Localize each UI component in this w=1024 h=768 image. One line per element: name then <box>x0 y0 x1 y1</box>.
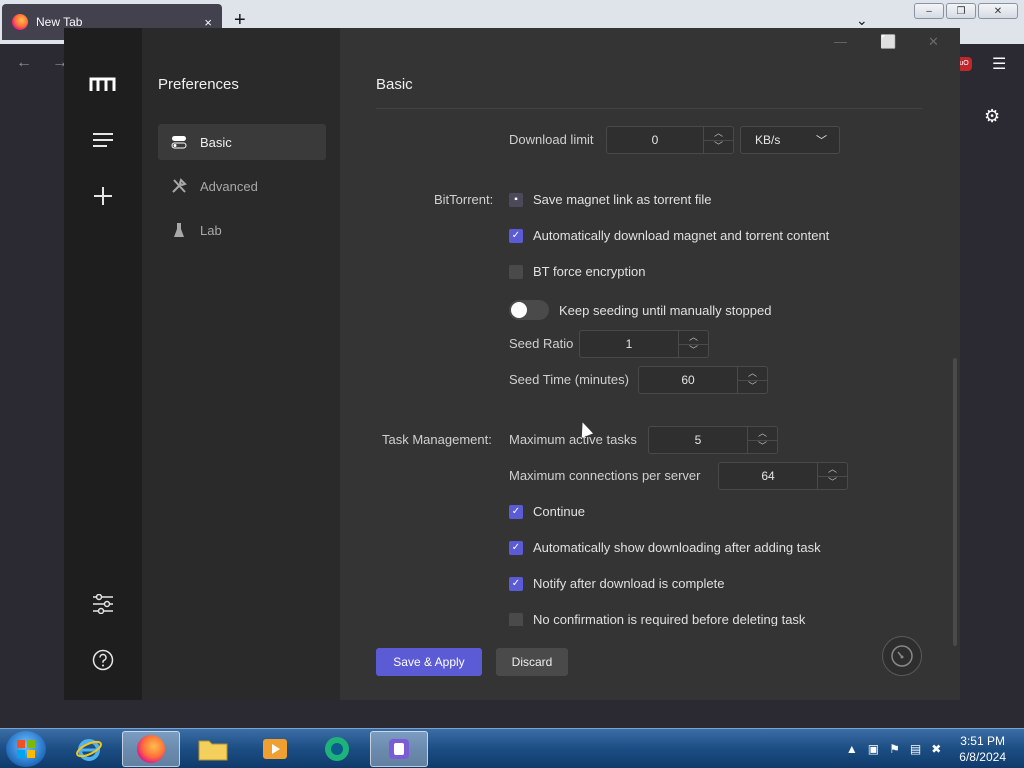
flask-icon <box>170 222 188 238</box>
tray-app-icon[interactable]: ▣ <box>868 742 879 756</box>
app-maximize-button[interactable]: ⬜ <box>880 34 896 50</box>
network-icon[interactable]: ▤ <box>910 742 921 756</box>
motrix-window: Preferences Basic Advanced Lab — ⬜ ✕ Bas… <box>64 28 960 700</box>
scrollbar[interactable] <box>953 358 957 646</box>
app-rail <box>64 28 142 700</box>
switch-icon <box>509 300 549 320</box>
preferences-icon[interactable] <box>89 590 117 618</box>
window-controls: – ❐ ✕ <box>914 3 1018 19</box>
chat-app-icon[interactable] <box>308 731 366 767</box>
increase-icon[interactable]: ︿ <box>818 463 847 476</box>
increase-icon[interactable]: ︿ <box>748 427 777 440</box>
max-connections-label: Maximum connections per server <box>509 468 701 483</box>
menu-item-lab[interactable]: Lab <box>158 212 326 248</box>
bittorrent-label: BitTorrent: <box>434 192 494 207</box>
menu-item-basic[interactable]: Basic <box>158 124 326 160</box>
checkbox-continue[interactable]: ✓ Continue <box>509 504 585 519</box>
help-icon[interactable] <box>89 646 117 674</box>
speedometer-icon[interactable] <box>882 636 922 676</box>
add-task-icon[interactable] <box>89 182 117 210</box>
app-minimize-button[interactable]: — <box>834 34 847 49</box>
menu-item-label: Advanced <box>200 178 258 194</box>
task-list-icon[interactable] <box>89 126 117 154</box>
max-active-tasks-input[interactable]: 5 ︿ ﹀ <box>648 426 778 454</box>
max-active-tasks-label: Maximum active tasks <box>509 432 637 447</box>
sidebar-title: Preferences <box>158 76 239 93</box>
flag-icon[interactable]: ⚑ <box>889 742 900 756</box>
checkbox-no-delete-confirmation[interactable]: No confirmation is required before delet… <box>509 612 805 626</box>
increase-icon[interactable]: ︿ <box>738 367 767 380</box>
max-connections-input[interactable]: 64 ︿ ﹀ <box>718 462 848 490</box>
seed-time-label: Seed Time (minutes) <box>509 372 629 387</box>
seed-ratio-input[interactable]: 1 ︿ ﹀ <box>579 330 709 358</box>
newtab-settings-icon[interactable]: ⚙ <box>984 106 1000 127</box>
decrease-icon[interactable]: ﹀ <box>818 475 847 490</box>
checkbox-auto-download-magnet[interactable]: ✓ Automatically download magnet and torr… <box>509 228 829 243</box>
tab-list-icon[interactable]: ⌄ <box>856 12 868 29</box>
motrix-logo-icon <box>89 70 117 98</box>
internet-explorer-icon[interactable] <box>60 731 118 767</box>
page-title: Basic <box>376 76 413 93</box>
firefox-taskbar-icon[interactable] <box>122 731 180 767</box>
download-limit-unit-select[interactable]: KB/s ﹀ <box>740 126 840 154</box>
decrease-icon[interactable]: ﹀ <box>679 343 708 358</box>
preferences-form[interactable]: Download limit 0 ︿ ﹀ KB/s ﹀ BitTorrent: ▪… <box>376 106 922 626</box>
browser-menu-icon[interactable]: ☰ <box>992 54 1006 74</box>
increase-icon[interactable]: ︿ <box>679 331 708 344</box>
seed-ratio-label: Seed Ratio <box>509 336 574 351</box>
preferences-sidebar: Preferences Basic Advanced Lab <box>142 28 340 700</box>
menu-item-label: Lab <box>200 222 222 238</box>
firefox-icon <box>12 14 28 30</box>
volume-muted-icon[interactable]: ✖ <box>931 742 941 756</box>
checkbox-icon <box>509 264 523 279</box>
tools-icon <box>170 178 188 194</box>
checkbox-bt-force-encryption[interactable]: BT force encryption <box>509 264 645 279</box>
task-management-label: Task Management: <box>382 432 492 447</box>
tab-title: New Tab <box>36 15 83 29</box>
checkbox-icon: ▪ <box>509 192 523 207</box>
clock[interactable]: 3:51 PM 6/8/2024 <box>959 733 1006 765</box>
check-icon: ✓ <box>509 504 523 519</box>
clock-date: 6/8/2024 <box>959 750 1006 764</box>
keep-seeding-toggle[interactable]: Keep seeding until manually stopped <box>509 300 771 320</box>
chevron-down-icon: ﹀ <box>816 135 827 147</box>
window-restore-button[interactable]: ❐ <box>946 3 976 19</box>
checkbox-icon <box>509 612 523 626</box>
download-limit-input[interactable]: 0 ︿ ﹀ <box>606 126 734 154</box>
check-icon: ✓ <box>509 540 523 555</box>
checkbox-show-downloading[interactable]: ✓ Automatically show downloading after a… <box>509 540 821 555</box>
system-tray: ▲ ▣ ⚑ ▤ ✖ 3:51 PM 6/8/2024 <box>846 729 1024 768</box>
increase-icon[interactable]: ︿ <box>704 127 733 140</box>
menu-item-advanced[interactable]: Advanced <box>158 168 326 204</box>
decrease-icon[interactable]: ﹀ <box>738 379 767 394</box>
window-minimize-button[interactable]: – <box>914 3 944 19</box>
seed-time-input[interactable]: 60 ︿ ﹀ <box>638 366 768 394</box>
check-icon: ✓ <box>509 228 523 243</box>
checkbox-save-magnet[interactable]: ▪ Save magnet link as torrent file <box>509 192 711 207</box>
back-icon[interactable]: ← <box>16 54 32 72</box>
checkbox-notify-complete[interactable]: ✓ Notify after download is complete <box>509 576 724 591</box>
download-limit-label: Download limit <box>509 132 594 147</box>
clock-time: 3:51 PM <box>960 734 1005 748</box>
app-close-button[interactable]: ✕ <box>928 34 939 50</box>
file-explorer-icon[interactable] <box>184 731 242 767</box>
new-tab-button[interactable]: + <box>234 10 246 30</box>
toggle-icon <box>170 135 188 149</box>
window-close-button[interactable]: ✕ <box>978 3 1018 19</box>
motrix-taskbar-icon[interactable] <box>370 731 428 767</box>
discard-button[interactable]: Discard <box>496 648 568 676</box>
check-icon: ✓ <box>509 576 523 591</box>
taskbar: ▲ ▣ ⚑ ▤ ✖ 3:51 PM 6/8/2024 <box>0 728 1024 768</box>
decrease-icon[interactable]: ﹀ <box>704 139 733 154</box>
tray-expand-icon[interactable]: ▲ <box>846 742 858 756</box>
menu-item-label: Basic <box>200 134 232 150</box>
preferences-main: — ⬜ ✕ Basic Download limit 0 ︿ ﹀ KB/s ﹀ B… <box>340 28 960 700</box>
save-apply-button[interactable]: Save & Apply <box>376 648 482 676</box>
start-button[interactable] <box>6 731 46 767</box>
media-player-icon[interactable] <box>246 731 304 767</box>
decrease-icon[interactable]: ﹀ <box>748 439 777 454</box>
divider <box>376 106 922 109</box>
